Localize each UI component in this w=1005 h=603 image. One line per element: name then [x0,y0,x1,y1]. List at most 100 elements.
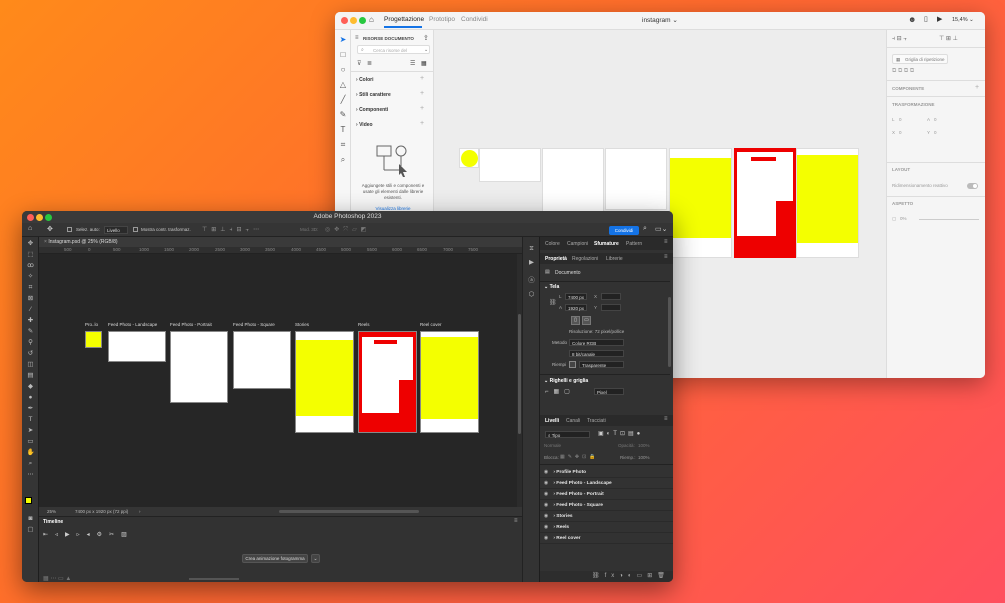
marquee-tool-icon[interactable]: ⬚ [25,251,36,259]
add-component-icon[interactable]: + [975,84,979,91]
height-value[interactable]: 0 [934,117,937,122]
glyphs-panel-icon[interactable]: ⓐ [526,277,537,285]
history-panel-icon[interactable]: ⧖ [526,245,537,253]
rulers-grid-toggles[interactable]: ⌐▦▢ [545,388,575,395]
more-tools-icon[interactable]: ⋯ [25,471,36,479]
pen-tool-icon[interactable]: ✎ [338,110,348,120]
3d-panel-icon[interactable]: ⬡ [526,291,537,299]
width-input[interactable]: 7400 px [565,293,587,300]
opacity-value[interactable]: 100% [638,443,650,448]
height-input[interactable]: 1920 px [565,304,587,311]
artboard-reel-cover[interactable] [420,331,479,433]
polygon-tool-icon[interactable]: △ [338,80,348,90]
layer-row[interactable]: ◉ › Feed Photo - Portrait [540,489,673,500]
status-zoom[interactable]: 25% [47,509,56,514]
tab-adjustments[interactable]: Regolazioni [572,256,598,262]
quick-mask-icon[interactable]: ◙ [25,515,36,523]
artboard-feed-square[interactable] [233,331,291,389]
screen-mode-icon[interactable]: ▢ [25,526,36,534]
portrait-orientation-icon[interactable]: ▯ [571,316,580,325]
home-icon[interactable]: ⌂ [369,15,374,24]
shape-tool-icon[interactable]: ▭ [25,438,36,446]
document-tab[interactable]: × Instagram.psd @ 25% (RGB/8) [39,237,539,247]
artboard-feed-portrait[interactable] [170,331,228,403]
search-icon[interactable]: ⌕ [643,225,647,233]
bit-depth-dropdown[interactable]: 8 bit/canale [569,350,624,357]
stamp-tool-icon[interactable]: ⚲ [25,339,36,347]
layer-row[interactable]: ◉ › Feed Photo - Square [540,500,673,511]
chevron-down-icon[interactable]: ⌄ [424,47,428,53]
grid-view-icon[interactable]: ▦ [421,60,427,67]
status-arrow-icon[interactable]: › [139,509,141,514]
align-icons[interactable]: ⫞ ⊟ ⫟ [892,35,907,43]
layer-row[interactable]: ◉ › Reels [540,522,673,533]
hand-tool-icon[interactable]: ✋ [25,449,36,457]
tab-gradients[interactable]: Sfumature [594,241,619,247]
foreground-color-swatch[interactable] [25,497,32,504]
blend-mode-dropdown[interactable]: Normale [544,443,561,448]
mode-dropdown[interactable]: Colore RGB [569,339,624,346]
workspace-icon[interactable]: ▭⌄ [655,225,667,233]
layer-row[interactable]: ◉ › Stories [540,511,673,522]
layer-select-dropdown[interactable]: Livello [104,226,128,234]
fill-swatch[interactable] [569,361,576,368]
lock-icons[interactable]: ▦✎✥⊡🔒 [560,454,599,460]
tab-paths[interactable]: Tracciati [587,418,606,424]
share-button[interactable]: Condividi [609,225,639,235]
gradient-tool-icon[interactable]: ▤ [25,372,36,380]
units-dropdown[interactable]: Pixel [594,388,624,395]
status-document-info[interactable]: 7400 px x 1920 px (72 ppi) [75,509,128,514]
eraser-tool-icon[interactable]: ◫ [25,361,36,369]
select-tool-icon[interactable]: ➤ [338,35,348,45]
zoom-tool-icon[interactable]: ⌕ [338,155,348,165]
add-icon[interactable]: + [420,120,424,127]
artboard-profile-photo[interactable] [85,331,102,348]
layer-kind-filter[interactable]: ⌕ Tipo [545,431,590,438]
history-brush-tool-icon[interactable]: ↺ [25,350,36,358]
tab-properties[interactable]: Proprietà [545,256,567,262]
mobile-preview-icon[interactable]: ▯ [924,15,928,23]
timeline-zoom-slider[interactable] [189,578,239,580]
y-value[interactable]: 0 [934,130,937,135]
panel-menu-icon[interactable]: ≡ [664,416,668,422]
dodge-tool-icon[interactable]: ● [25,394,36,402]
collapse-icon[interactable]: ≡ [355,35,359,41]
section-colors[interactable]: › Colori + [356,75,430,83]
zoom-tool-icon[interactable]: ⌕ [25,460,36,468]
tab-share[interactable]: Condividi [461,16,488,23]
zoom-window-button[interactable] [359,17,366,24]
play-icon[interactable]: ▶ [937,15,942,23]
brush-tool-icon[interactable]: ✎ [25,328,36,336]
rectangle-tool-icon[interactable]: □ [338,50,348,60]
add-icon[interactable]: + [420,90,424,97]
link-icon[interactable]: ⛓ [549,299,557,306]
artboard-reels[interactable] [358,331,417,433]
artboard-feed-square[interactable] [605,148,667,210]
eyedropper-tool-icon[interactable]: ⁄ [25,306,36,314]
opacity-slider[interactable] [919,219,979,220]
section-character-styles[interactable]: › Stili carattere + [356,90,430,98]
tab-layers[interactable]: Livelli [545,418,559,424]
tab-libraries[interactable]: Librerie [606,256,623,262]
document-title[interactable]: instagram ⌄ [642,16,678,24]
crop-tool-icon[interactable]: ⌗ [25,284,36,292]
layer-row[interactable]: ◉ › Reel cover [540,533,673,544]
layer-row[interactable]: ◉ › Profile Photo [540,467,673,478]
search-input[interactable]: ⌕ Cerca risorse del ⌄ [357,45,430,54]
timeline-footer-icons[interactable]: ▦ ⋯ ▭ ▲ [43,575,71,582]
artboard-label[interactable]: Stories [295,322,309,327]
layer-row[interactable]: ◉ › Feed Photo - Landscape [540,478,673,489]
opacity-value[interactable]: 0% [900,216,907,221]
list-view-icon[interactable]: ☰ [410,60,415,67]
repeat-grid-button[interactable]: ▦ Griglia di ripetizione [892,54,948,64]
tab-channels[interactable]: Canali [566,418,580,424]
chevron-down-icon[interactable]: ⌄ [311,554,320,563]
artboard-reels[interactable] [734,148,796,258]
pen-tool-icon[interactable]: ✒ [25,405,36,413]
width-value[interactable]: 0 [899,117,902,122]
sort-icon[interactable]: ≣ [367,60,372,67]
layer-filter-icons[interactable]: ▣◐T⊡▤● [598,430,643,437]
section-video[interactable]: › Video + [356,120,430,128]
tab-design[interactable]: Progettazione [384,16,424,23]
align-icons[interactable]: ⊤⊞⊥⫞⊟⫟⋯ [202,226,263,234]
